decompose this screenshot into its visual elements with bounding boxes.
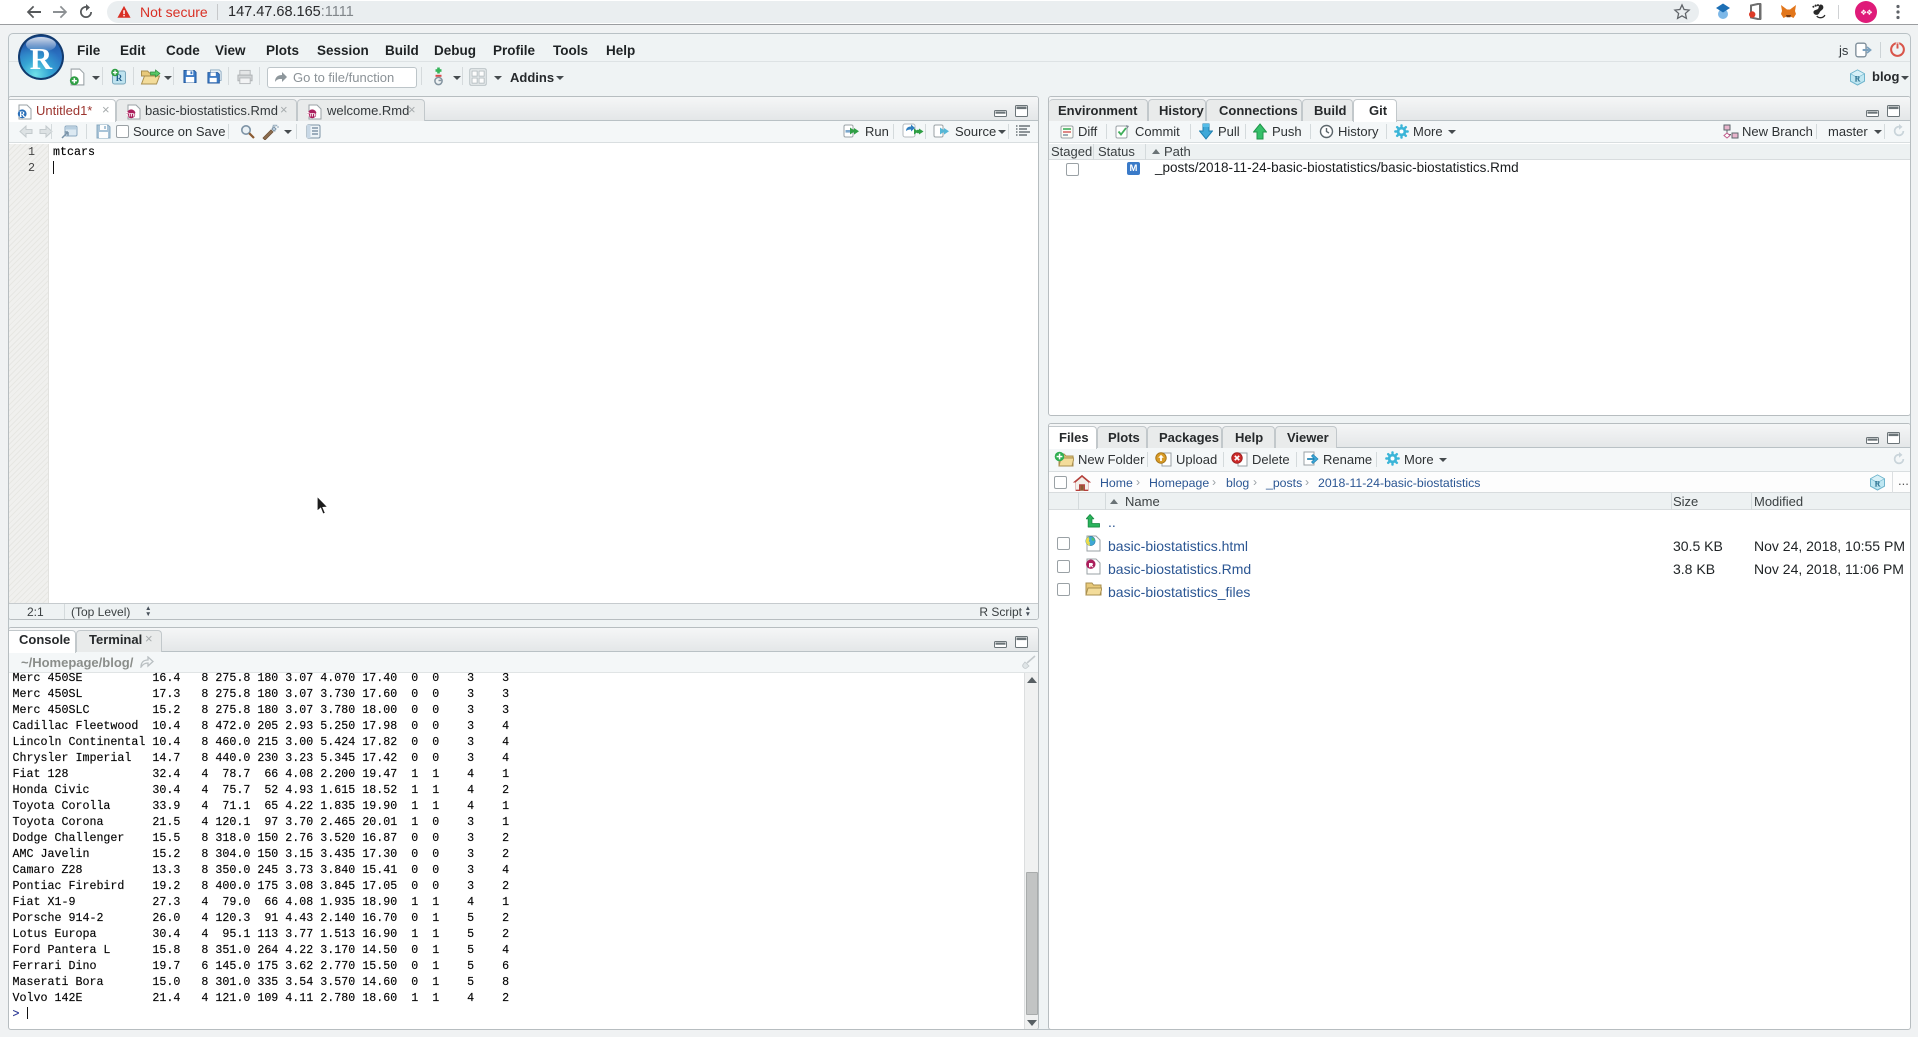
svg-text:R: R	[1855, 75, 1861, 84]
svg-text:R: R	[1875, 480, 1881, 489]
svg-text:R: R	[19, 109, 26, 119]
svg-text:Rmd: Rmd	[126, 113, 138, 119]
svg-text:Rmd: Rmd	[307, 113, 319, 119]
